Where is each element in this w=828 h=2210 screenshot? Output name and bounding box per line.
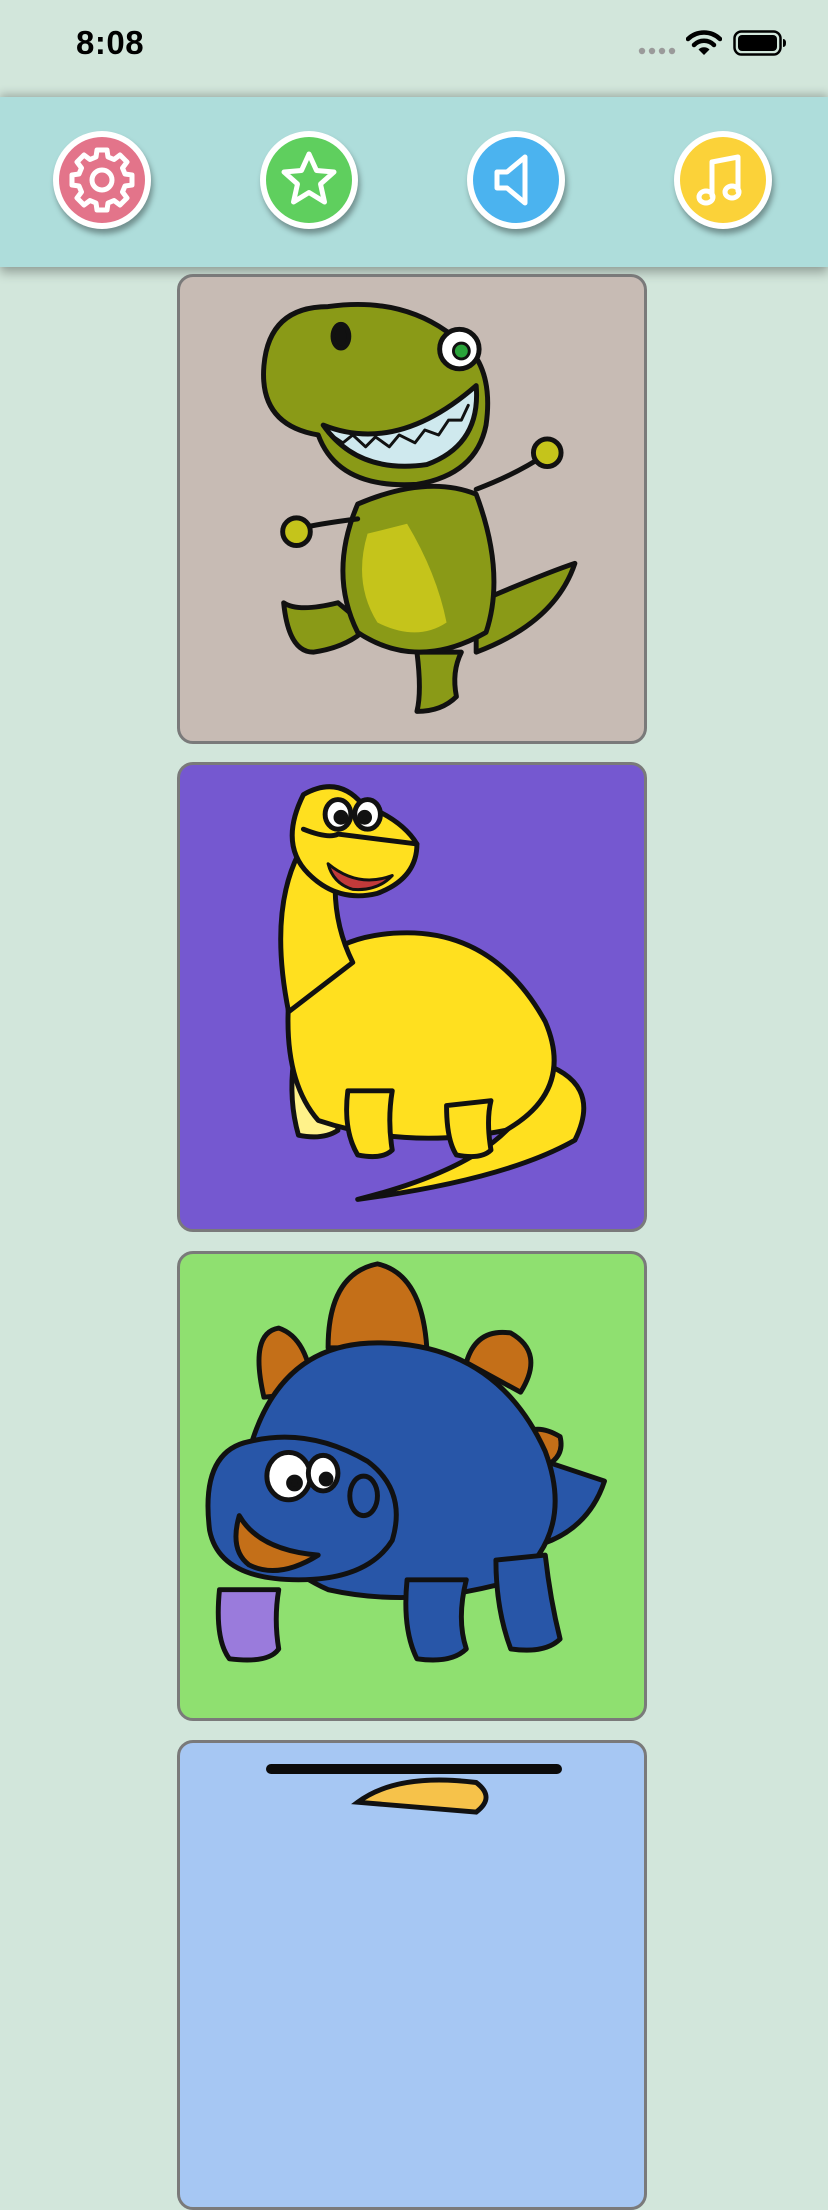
favorites-button[interactable] bbox=[260, 131, 358, 229]
dinosaur-picture bbox=[351, 1777, 489, 1815]
toolbar bbox=[0, 97, 828, 267]
status-time: 8:08 bbox=[76, 24, 145, 61]
speaker-icon bbox=[494, 154, 528, 206]
stegosaurus-dinosaur-picture bbox=[205, 1261, 607, 1663]
wifi-icon bbox=[686, 30, 722, 55]
dinosaur-card-t-rex[interactable] bbox=[177, 274, 647, 744]
home-indicator[interactable] bbox=[266, 1764, 562, 1774]
gear-icon bbox=[69, 147, 135, 213]
cellular-signal-icon bbox=[638, 47, 676, 55]
dinosaur-card-partial[interactable] bbox=[177, 1740, 647, 2210]
music-button[interactable] bbox=[674, 131, 772, 229]
dinosaur-card-brontosaurus[interactable] bbox=[177, 762, 647, 1232]
sound-button[interactable] bbox=[467, 131, 565, 229]
t-rex-dinosaur-picture bbox=[261, 301, 578, 714]
brontosaurus-dinosaur-picture bbox=[278, 784, 587, 1202]
status-bar: 8:08 bbox=[0, 0, 828, 92]
star-icon bbox=[281, 151, 337, 205]
battery-icon bbox=[733, 30, 786, 56]
dinosaur-card-stegosaurus[interactable] bbox=[177, 1251, 647, 1721]
music-note-icon bbox=[696, 154, 742, 206]
settings-button[interactable] bbox=[53, 131, 151, 229]
